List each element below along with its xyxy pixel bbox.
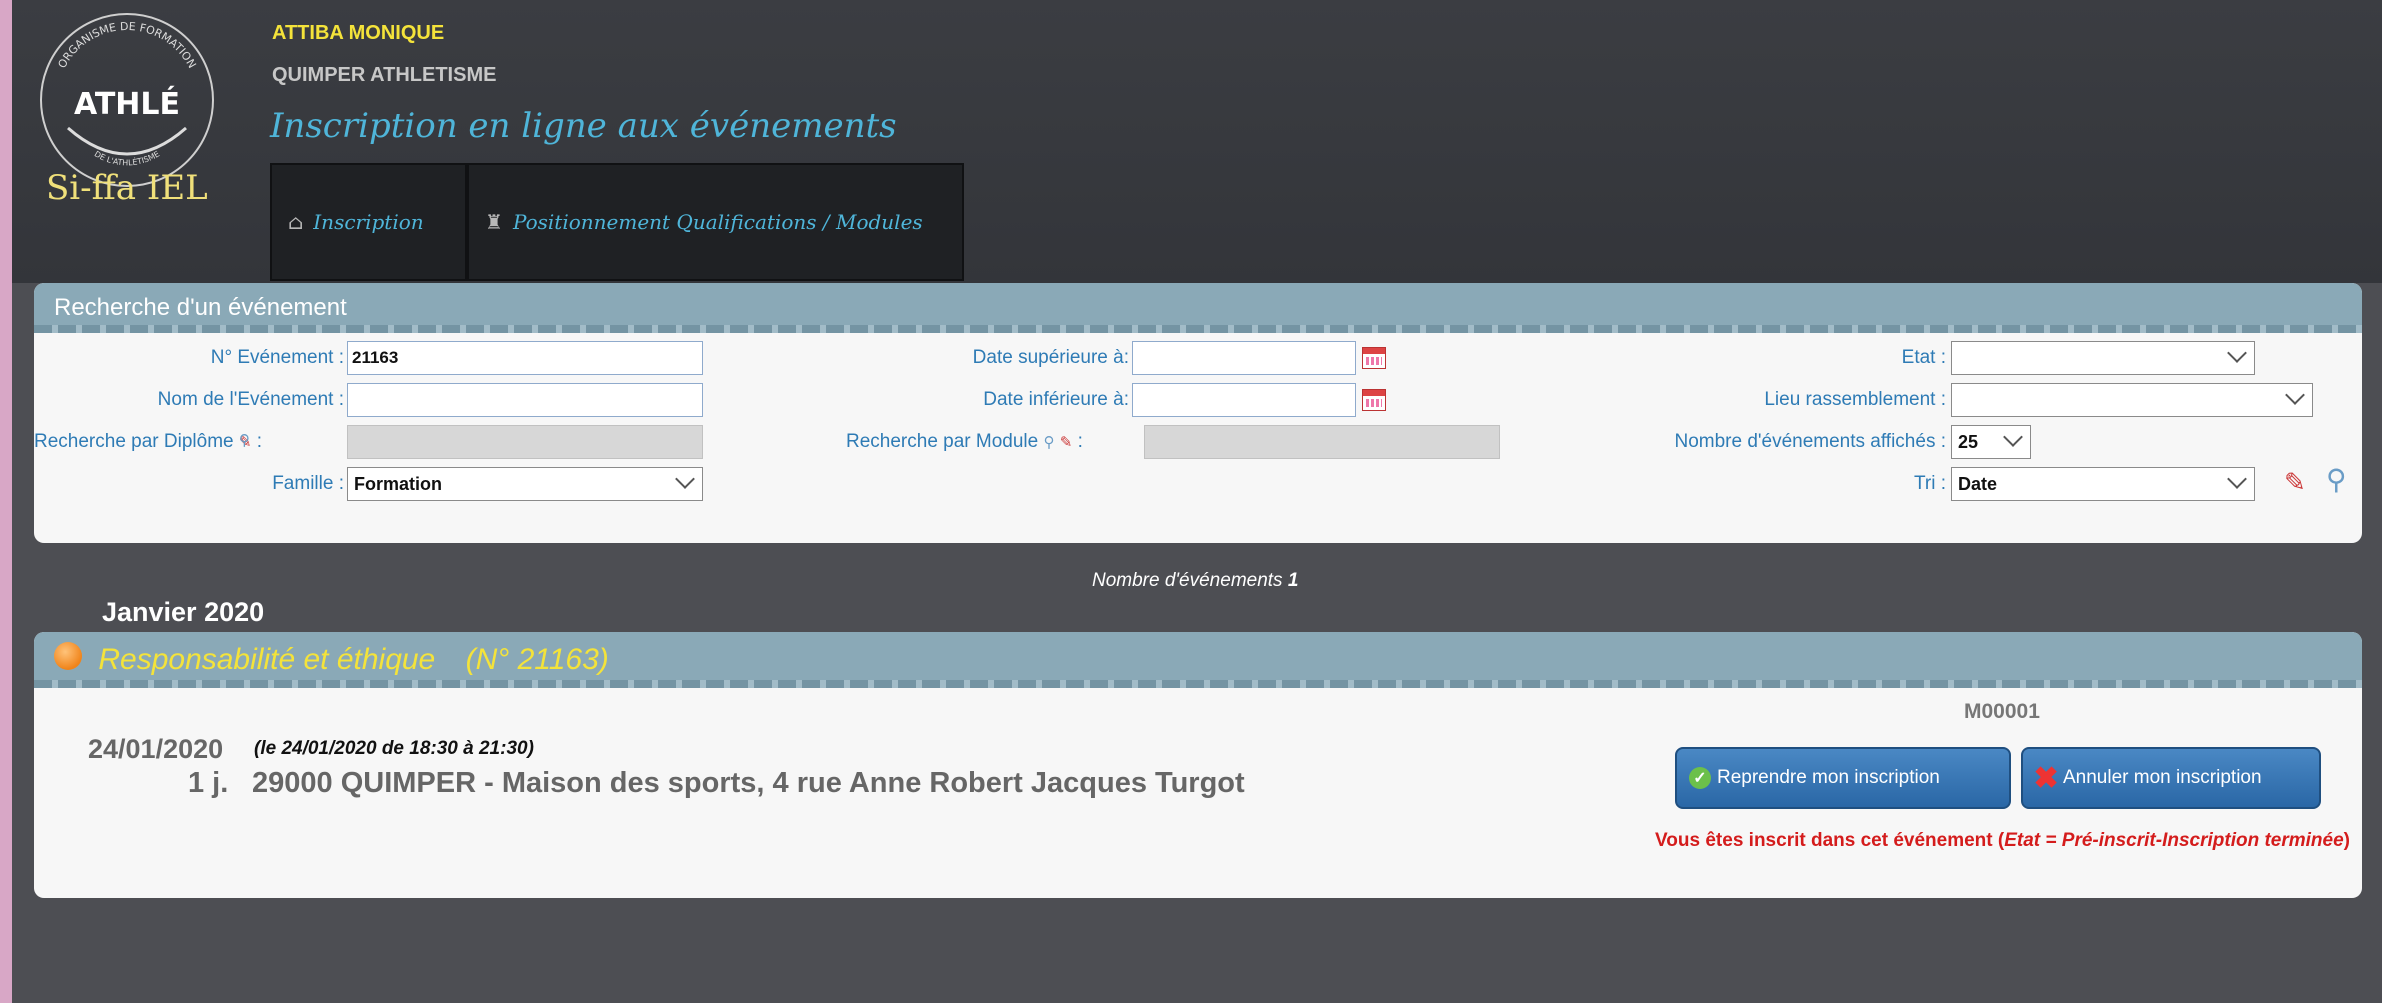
diploma-input[interactable] bbox=[347, 425, 703, 459]
check-icon: ✓ bbox=[1689, 767, 1711, 789]
event-location: 29000 QUIMPER - Maison des sports, 4 rue… bbox=[252, 767, 1245, 799]
registration-status: Vous êtes inscrit dans cet événement (Et… bbox=[1655, 830, 2350, 852]
event-number-label: N° Evénement : bbox=[210, 347, 344, 368]
search-icon[interactable]: ⚲ bbox=[2326, 463, 2347, 496]
diploma-label-suffix: : bbox=[256, 431, 263, 452]
svg-text:DE L'ATHLÉTISME: DE L'ATHLÉTISME bbox=[93, 149, 162, 167]
meeting-place-select[interactable] bbox=[1951, 383, 2313, 417]
meeting-place-label: Lieu rassemblement : bbox=[1764, 389, 1946, 410]
module-label: Recherche par Module ⚲ ✎ : bbox=[846, 431, 1083, 453]
date-before-label: Date inférieure à: bbox=[983, 389, 1129, 410]
status-detail: Etat = Pré-inscrit-Inscription terminée bbox=[2004, 830, 2344, 851]
chevron-down-icon bbox=[2003, 427, 2023, 447]
results-count-value: 1 bbox=[1287, 570, 1299, 591]
event-header[interactable]: Responsabilité et éthique (N° 21163) bbox=[34, 632, 2362, 688]
event-body: M00001 24/01/2020 (le 24/01/2020 de 18:3… bbox=[34, 688, 2362, 898]
calendar-icon[interactable] bbox=[1362, 389, 1386, 411]
main-nav: ⌂ Inscription ♜ Positionnement Qualifica… bbox=[270, 163, 964, 281]
event-name-input[interactable] bbox=[347, 383, 703, 417]
event-card: Responsabilité et éthique (N° 21163) M00… bbox=[34, 632, 2362, 898]
state-label: Etat : bbox=[1901, 347, 1946, 368]
app-window: ORGANISME DE FORMATION ATHLÉ DE L'ATHLÉT… bbox=[12, 0, 2382, 1003]
cancel-registration-button[interactable]: ✖ Annuler mon inscription bbox=[2021, 747, 2321, 809]
sort-select-value: Date bbox=[1958, 474, 1998, 494]
date-before-input[interactable] bbox=[1132, 383, 1356, 417]
logo-caption: Si-ffa IEL bbox=[46, 168, 208, 208]
sort-select[interactable]: Date bbox=[1951, 467, 2255, 501]
app-title: Inscription en ligne aux événements bbox=[270, 106, 897, 146]
svg-text:ATHLÉ: ATHLÉ bbox=[74, 86, 180, 122]
displayed-count-select[interactable]: 25 bbox=[1951, 425, 2031, 459]
header: ORGANISME DE FORMATION ATHLÉ DE L'ATHLÉT… bbox=[12, 0, 2382, 283]
displayed-count-value: 25 bbox=[1958, 432, 1979, 452]
chevron-down-icon bbox=[2227, 469, 2247, 489]
event-number-input[interactable]: 21163 bbox=[347, 341, 703, 375]
sort-label: Tri : bbox=[1913, 473, 1946, 494]
nav-item-positionnement[interactable]: ♜ Positionnement Qualifications / Module… bbox=[467, 163, 964, 281]
family-select-value: Formation bbox=[354, 474, 442, 494]
eraser-icon[interactable]: ✎ bbox=[1060, 434, 1073, 451]
event-date: 24/01/2020 bbox=[88, 734, 224, 764]
svg-text:ORGANISME DE FORMATION: ORGANISME DE FORMATION bbox=[55, 20, 198, 71]
month-heading: Janvier 2020 bbox=[102, 597, 265, 627]
event-title: Responsabilité et éthique bbox=[98, 643, 436, 676]
diploma-label: Recherche par Diplôme ⚲ ✎ : bbox=[34, 431, 262, 453]
module-label-suffix: : bbox=[1077, 431, 1083, 452]
date-after-input[interactable] bbox=[1132, 341, 1356, 375]
search-form: N° Evénement : 21163 Nom de l'Evénement … bbox=[34, 333, 2362, 543]
results-count-label: Nombre d'événements bbox=[1092, 570, 1283, 591]
state-select[interactable] bbox=[1951, 341, 2255, 375]
user-name: ATTIBA MONIQUE bbox=[272, 22, 445, 44]
module-label-text: Recherche par Module bbox=[846, 431, 1039, 452]
resume-registration-button[interactable]: ✓ Reprendre mon inscription bbox=[1675, 747, 2011, 809]
nav-item-label: Positionnement Qualifications / Modules bbox=[512, 210, 923, 234]
status-suffix: ) bbox=[2343, 830, 2350, 851]
close-icon: ✖ bbox=[2033, 761, 2059, 795]
calendar-icon[interactable] bbox=[1362, 347, 1386, 369]
resume-registration-label: Reprendre mon inscription bbox=[1717, 767, 1940, 788]
home-icon: ⌂ bbox=[288, 210, 304, 234]
diploma-label-text: Recherche par Diplôme bbox=[34, 431, 234, 452]
family-select[interactable]: Formation bbox=[347, 467, 703, 501]
magnifier-icon[interactable]: ⚲ bbox=[1044, 434, 1055, 451]
chevron-down-icon bbox=[675, 469, 695, 489]
cancel-registration-label: Annuler mon inscription bbox=[2063, 767, 2262, 788]
reset-icon[interactable]: ✎ bbox=[2284, 467, 2306, 498]
event-duration: 1 j. bbox=[188, 767, 229, 799]
chevron-down-icon bbox=[2227, 343, 2247, 363]
module-input[interactable] bbox=[1144, 425, 1500, 459]
status-dot-icon bbox=[54, 642, 82, 670]
nav-item-label: Inscription bbox=[313, 210, 424, 234]
status-prefix: Vous êtes inscrit dans cet événement ( bbox=[1655, 830, 2005, 851]
magnifier-icon[interactable]: ⚲ bbox=[239, 431, 250, 449]
family-label: Famille : bbox=[272, 473, 344, 494]
club-name: QUIMPER ATHLETISME bbox=[272, 64, 497, 86]
search-panel-title: Recherche d'un événement bbox=[34, 283, 2362, 333]
chevron-down-icon bbox=[2285, 385, 2305, 405]
event-name-label: Nom de l'Evénement : bbox=[157, 389, 344, 410]
displayed-count-label: Nombre d'événements affichés : bbox=[1674, 431, 1946, 452]
nav-item-inscription[interactable]: ⌂ Inscription bbox=[270, 163, 467, 281]
event-number: (N° 21163) bbox=[465, 643, 609, 676]
event-schedule: (le 24/01/2020 de 18:30 à 21:30) bbox=[254, 738, 534, 759]
results-count: Nombre d'événements 1 bbox=[1092, 570, 1298, 592]
search-panel: Recherche d'un événement N° Evénement : … bbox=[34, 283, 2362, 543]
date-after-label: Date supérieure à: bbox=[972, 347, 1129, 368]
event-code: M00001 bbox=[1964, 700, 2040, 723]
trophy-icon: ♜ bbox=[485, 210, 503, 234]
